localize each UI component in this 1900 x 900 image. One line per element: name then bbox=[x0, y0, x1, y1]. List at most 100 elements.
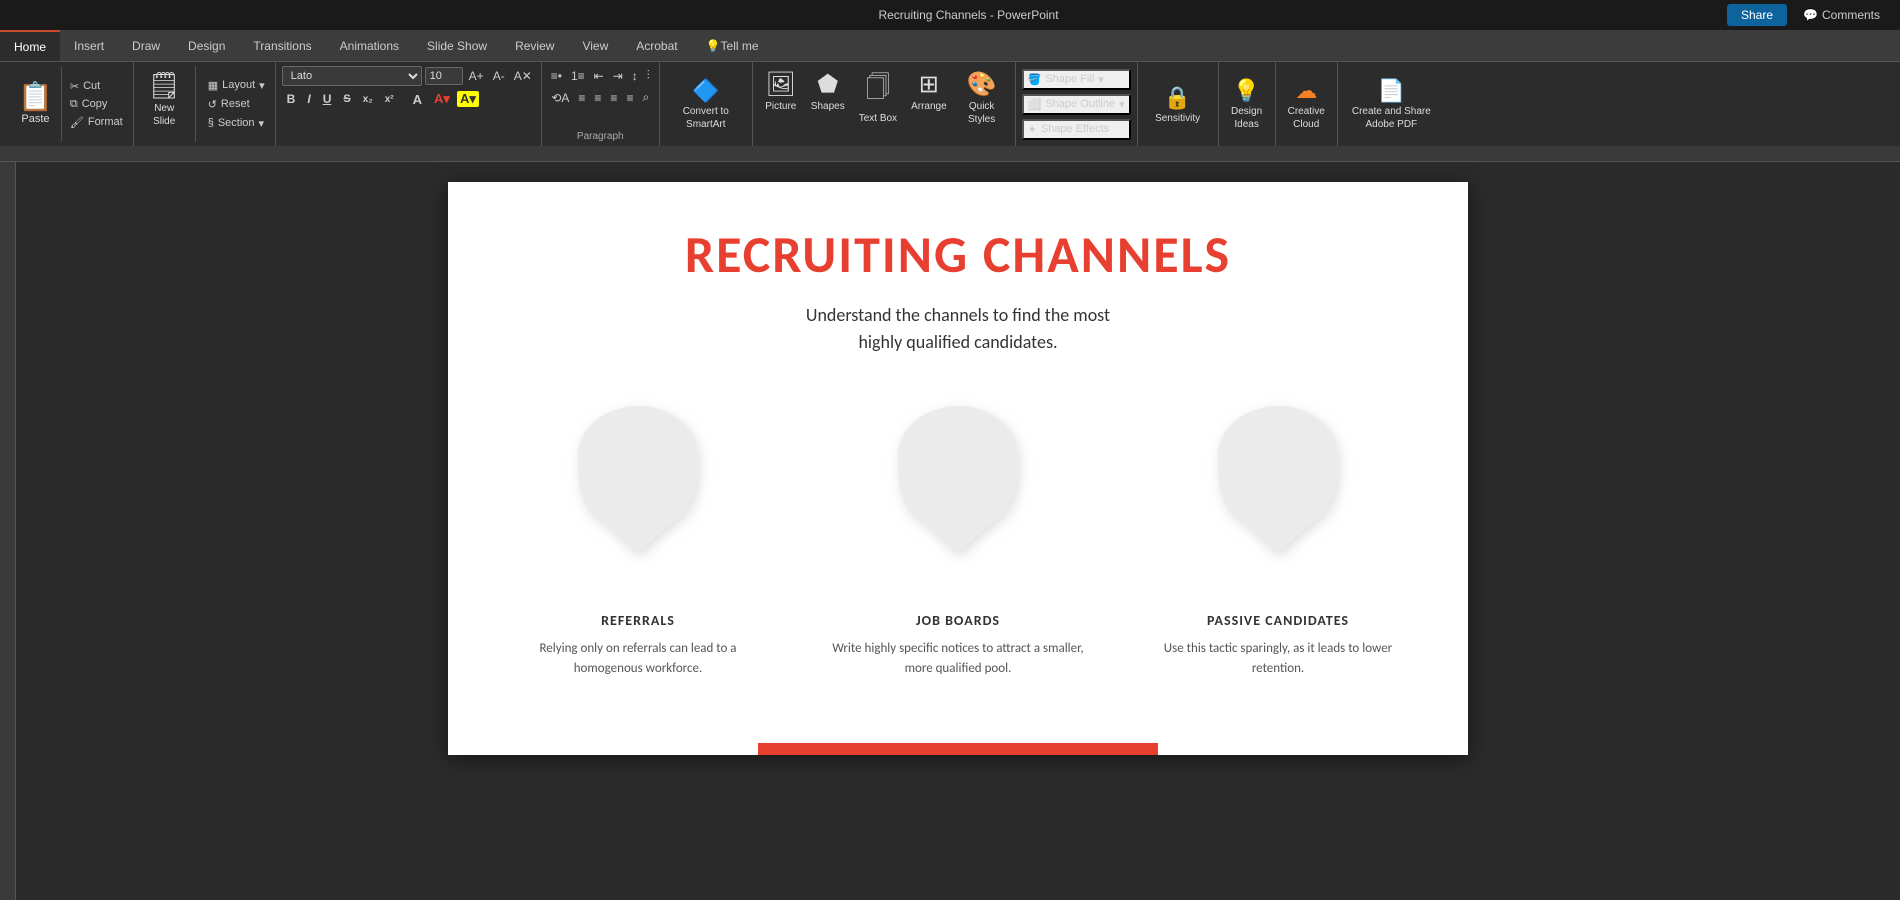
clipboard-group: 📋 Paste ✂ Cut ⧉ Copy 🖌 Format bbox=[4, 62, 134, 146]
tab-slideshow[interactable]: Slide Show bbox=[413, 30, 501, 61]
tab-tellme[interactable]: 💡 Tell me bbox=[692, 30, 773, 61]
tab-insert[interactable]: Insert bbox=[60, 30, 118, 61]
shape-format-group: 🪣 Shape Fill ▾ ⬜ Shape Outline ▾ ✦ Shape… bbox=[1016, 62, 1138, 146]
main-area: RECRUITING CHANNELS Understand the chann… bbox=[0, 162, 1900, 900]
design-ideas-button[interactable]: 💡 Design Ideas bbox=[1225, 74, 1269, 134]
arrange-button[interactable]: ⊞ Arrange bbox=[905, 66, 953, 116]
design-ideas-icon: 💡 bbox=[1233, 78, 1260, 104]
text-direction-button[interactable]: ⟲A bbox=[548, 89, 572, 107]
decrease-font-button[interactable]: A- bbox=[490, 67, 508, 85]
smartart-icon: 🔷 bbox=[692, 78, 719, 104]
font-color-button[interactable]: A▾ bbox=[429, 89, 455, 109]
font-family-select[interactable]: Lato bbox=[282, 66, 422, 86]
tab-transitions[interactable]: Transitions bbox=[239, 30, 325, 61]
shape-outline-dropdown: ▾ bbox=[1119, 98, 1125, 111]
passive-candidates-title: PASSIVE CANDIDATES bbox=[1207, 612, 1349, 629]
new-slide-button[interactable]: 🗒 New Slide bbox=[140, 66, 189, 131]
convert-smartart-button[interactable]: 🔷 Convert to SmartArt bbox=[666, 74, 746, 134]
lightbulb-icon: 💡 bbox=[706, 39, 721, 53]
clear-format-button[interactable]: A✕ bbox=[511, 67, 535, 85]
font-group: Lato A+ A- A✕ B I U S x₂ x² A A▾ A▾ bbox=[276, 62, 542, 146]
tab-view[interactable]: View bbox=[568, 30, 622, 61]
bullets-button[interactable]: ≡• bbox=[548, 67, 565, 85]
picture-button[interactable]: 🖼 Picture bbox=[759, 66, 803, 116]
smart-lookup-button[interactable]: ⌕ bbox=[639, 88, 652, 107]
tab-design[interactable]: Design bbox=[174, 30, 239, 61]
job-boards-shape bbox=[878, 396, 1038, 596]
section-button[interactable]: § Section ▾ bbox=[204, 115, 269, 132]
tab-animations[interactable]: Animations bbox=[326, 30, 413, 61]
section-dropdown-icon: ▾ bbox=[259, 117, 265, 130]
align-left-button[interactable]: ≡ bbox=[575, 89, 588, 107]
tab-draw[interactable]: Draw bbox=[118, 30, 174, 61]
layout-dropdown-icon: ▾ bbox=[259, 79, 265, 92]
bold-button[interactable]: B bbox=[282, 90, 301, 108]
arrange-icon: ⊞ bbox=[919, 70, 939, 99]
textbox-icon: 🗍 bbox=[866, 70, 890, 111]
text-shadow-button[interactable]: A bbox=[408, 90, 427, 109]
referrals-card[interactable]: REFERRALS Relying only on referrals can … bbox=[508, 396, 768, 678]
strikethrough-button[interactable]: S bbox=[338, 91, 355, 107]
quick-styles-button[interactable]: 🎨 Quick Styles bbox=[955, 66, 1009, 129]
highlight-button[interactable]: A▾ bbox=[457, 91, 479, 107]
subscript-button[interactable]: x₂ bbox=[358, 92, 378, 107]
job-boards-desc: Write highly specific notices to attract… bbox=[828, 639, 1088, 678]
increase-font-button[interactable]: A+ bbox=[466, 67, 487, 85]
tab-home[interactable]: Home bbox=[0, 30, 60, 61]
paste-button[interactable]: 📋 Paste bbox=[10, 66, 62, 142]
superscript-button[interactable]: x² bbox=[380, 92, 399, 107]
passive-candidates-shape bbox=[1198, 396, 1358, 596]
columns-button[interactable]: ⫶ bbox=[644, 66, 653, 85]
reset-button[interactable]: ↺ Reset bbox=[204, 96, 269, 113]
slide-footer-bar bbox=[758, 743, 1158, 755]
shape-effects-button[interactable]: ✦ Shape Effects bbox=[1022, 119, 1131, 140]
align-right-button[interactable]: ≡ bbox=[607, 89, 620, 107]
cut-button[interactable]: ✂ Cut bbox=[66, 78, 127, 95]
copy-button[interactable]: ⧉ Copy bbox=[66, 96, 127, 113]
comment-icon: 💬 bbox=[1803, 8, 1818, 22]
shape-effects-icon: ✦ bbox=[1028, 123, 1037, 136]
numbering-button[interactable]: 1≡ bbox=[568, 67, 588, 85]
creative-cloud-button[interactable]: ☁ Creative Cloud bbox=[1282, 74, 1331, 134]
format-painter-icon: 🖌 bbox=[70, 116, 84, 129]
justify-button[interactable]: ≡ bbox=[623, 89, 636, 107]
increase-indent-button[interactable]: ⇥ bbox=[610, 67, 626, 85]
referrals-desc: Relying only on referrals can lead to a … bbox=[508, 639, 768, 678]
create-share-pdf-button[interactable]: 📄 Create and Share Adobe PDF bbox=[1346, 74, 1437, 134]
shape-fill-button[interactable]: 🪣 Shape Fill ▾ bbox=[1022, 69, 1131, 90]
adobe-pdf-group: 📄 Create and Share Adobe PDF bbox=[1338, 62, 1445, 146]
copy-icon: ⧉ bbox=[70, 98, 78, 111]
tab-acrobat[interactable]: Acrobat bbox=[622, 30, 691, 61]
textbox-button[interactable]: 🗍 Text Box bbox=[853, 66, 903, 128]
slide[interactable]: RECRUITING CHANNELS Understand the chann… bbox=[448, 182, 1468, 755]
slide-title[interactable]: RECRUITING CHANNELS bbox=[685, 222, 1231, 286]
job-boards-card[interactable]: JOB BOARDS Write highly specific notices… bbox=[828, 396, 1088, 678]
shape-outline-button[interactable]: ⬜ Shape Outline ▾ bbox=[1022, 94, 1131, 115]
paragraph-group: ≡• 1≡ ⇤ ⇥ ↕ ⫶ ⟲A ≡ ≡ ≡ ≡ ⌕ Paragraph bbox=[542, 62, 660, 146]
shape-fill-icon: 🪣 bbox=[1028, 73, 1042, 86]
new-slide-icon: 🗒 bbox=[148, 70, 181, 101]
ribbon-body: 📋 Paste ✂ Cut ⧉ Copy 🖌 Format 🗒 New Slid bbox=[0, 62, 1900, 146]
comments-button[interactable]: 💬 Comments bbox=[1793, 4, 1890, 26]
line-spacing-button[interactable]: ↕ bbox=[629, 67, 641, 85]
sensitivity-button[interactable]: 🔒 Sensitivity bbox=[1148, 81, 1208, 128]
align-center-button[interactable]: ≡ bbox=[591, 89, 604, 107]
ribbon-tabs: Home Insert Draw Design Transitions Anim… bbox=[0, 30, 1900, 62]
shapes-button[interactable]: ⬟ Shapes bbox=[805, 66, 851, 116]
font-size-input[interactable] bbox=[425, 67, 463, 85]
layout-button[interactable]: ▦ Layout ▾ bbox=[204, 77, 269, 94]
shape-fill-dropdown: ▾ bbox=[1098, 73, 1104, 86]
decrease-indent-button[interactable]: ⇤ bbox=[591, 67, 607, 85]
sensitivity-group: 🔒 Sensitivity bbox=[1138, 62, 1219, 146]
slide-subtitle: Understand the channels to find the most… bbox=[806, 302, 1110, 356]
italic-button[interactable]: I bbox=[302, 90, 315, 108]
topbar-actions: Share 💬 Comments bbox=[1727, 4, 1890, 26]
creative-cloud-icon: ☁ bbox=[1295, 78, 1317, 104]
share-button[interactable]: Share bbox=[1727, 4, 1787, 26]
underline-button[interactable]: U bbox=[318, 90, 337, 108]
clipboard-mini-buttons: ✂ Cut ⧉ Copy 🖌 Format bbox=[66, 66, 127, 142]
format-painter-button[interactable]: 🖌 Format bbox=[66, 114, 127, 131]
shapes-icon: ⬟ bbox=[817, 70, 838, 99]
tab-review[interactable]: Review bbox=[501, 30, 568, 61]
passive-candidates-card[interactable]: PASSIVE CANDIDATES Use this tactic spari… bbox=[1148, 396, 1408, 678]
